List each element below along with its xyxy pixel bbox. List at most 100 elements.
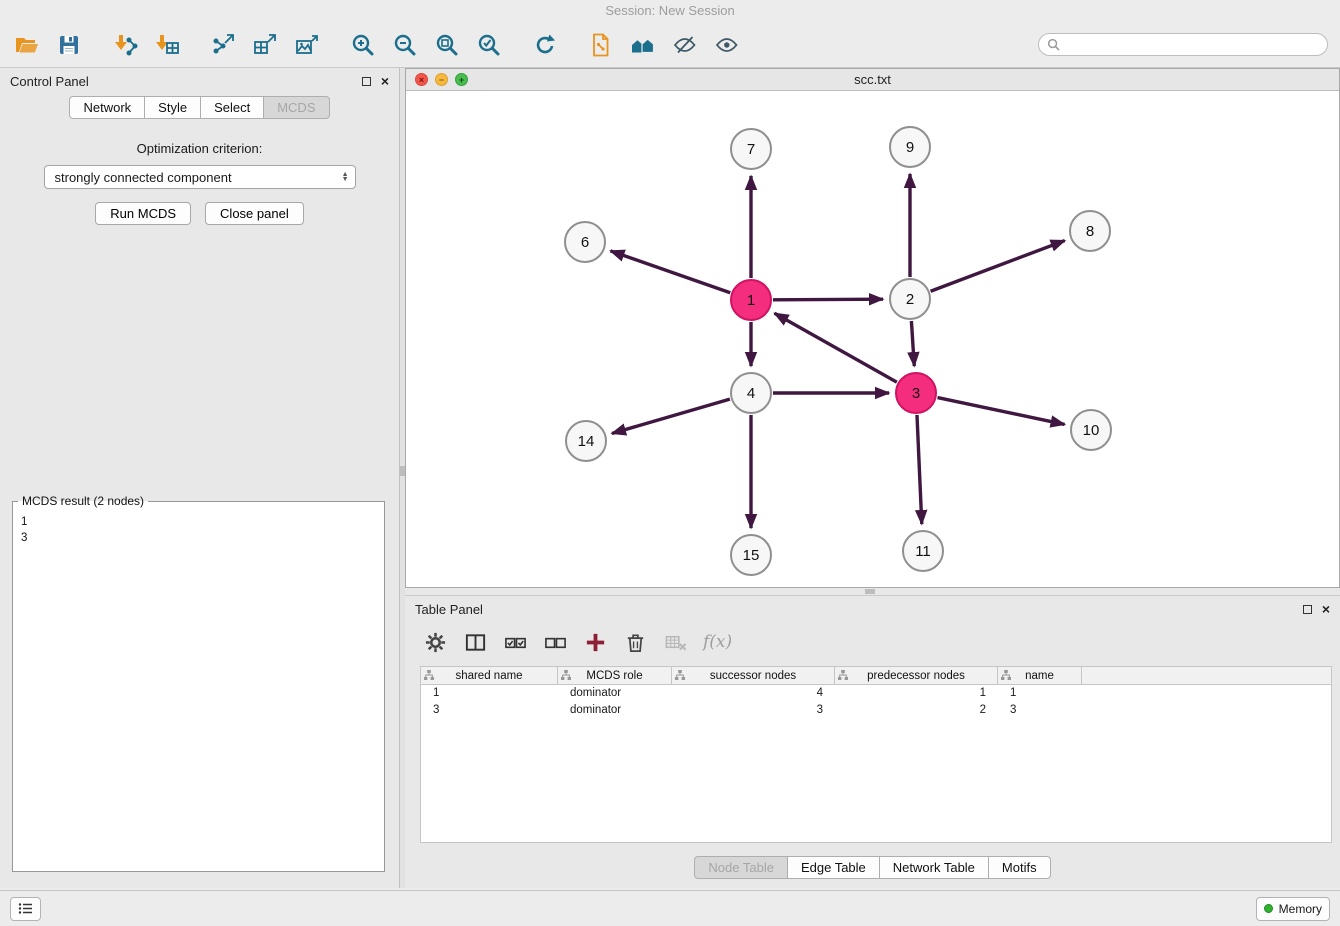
save-session-button[interactable]: [54, 30, 84, 60]
cell-shared-name[interactable]: 1: [421, 685, 558, 702]
tab-select[interactable]: Select: [200, 96, 264, 119]
zoom-selected-button[interactable]: [474, 30, 504, 60]
cell-predecessor-nodes[interactable]: 2: [835, 702, 998, 719]
float-panel-icon[interactable]: [1303, 605, 1312, 614]
close-panel-icon[interactable]: ×: [1322, 605, 1330, 614]
zoom-out-button[interactable]: [390, 30, 420, 60]
show-details-button[interactable]: [712, 30, 742, 60]
graph-edge-2-3[interactable]: [911, 321, 914, 366]
cell-name[interactable]: 1: [998, 685, 1082, 702]
zoom-in-button[interactable]: [348, 30, 378, 60]
splitter-handle[interactable]: [865, 589, 875, 594]
network-home-button[interactable]: [628, 30, 658, 60]
float-panel-icon[interactable]: [362, 77, 371, 86]
minimize-window-button[interactable]: −: [435, 73, 448, 86]
split-columns-button[interactable]: [463, 630, 487, 654]
refresh-button[interactable]: [530, 30, 560, 60]
task-history-button[interactable]: [10, 897, 41, 921]
graph-node-14[interactable]: 14: [566, 421, 606, 461]
select-all-columns-button[interactable]: [503, 630, 527, 654]
table-body: 1dominator4113dominator323: [420, 685, 1332, 843]
cell-name[interactable]: 3: [998, 702, 1082, 719]
export-image-button[interactable]: [292, 30, 322, 60]
node-table: shared nameMCDS rolesuccessor nodesprede…: [420, 666, 1332, 843]
run-mcds-button[interactable]: Run MCDS: [95, 202, 191, 225]
svg-text:14: 14: [578, 433, 595, 450]
cell-mcds-role[interactable]: dominator: [558, 702, 672, 719]
mcds-result-title: MCDS result (2 nodes): [18, 494, 148, 508]
export-table-icon: [252, 32, 278, 58]
graph-node-6[interactable]: 6: [565, 222, 605, 262]
graph-node-10[interactable]: 10: [1071, 410, 1111, 450]
status-bar: Memory: [0, 890, 1340, 926]
column-header-mcds-role[interactable]: MCDS role: [558, 667, 672, 684]
export-table-button[interactable]: [250, 30, 280, 60]
open-folder-button[interactable]: [12, 30, 42, 60]
graph-edge-2-8[interactable]: [931, 241, 1065, 292]
column-header-shared-name[interactable]: shared name: [421, 667, 558, 684]
graph-edge-3-1[interactable]: [775, 313, 897, 382]
maximize-window-button[interactable]: +: [455, 73, 468, 86]
export-network-button[interactable]: [208, 30, 238, 60]
search-box[interactable]: [1038, 33, 1328, 56]
horizontal-splitter[interactable]: [405, 588, 1340, 595]
graph-edge-4-14[interactable]: [612, 399, 730, 433]
cell-mcds-role[interactable]: dominator: [558, 685, 672, 702]
network-canvas[interactable]: 7 9 6 8 1 2 4 3 14 10 15 11: [406, 91, 1339, 587]
import-network-button[interactable]: [110, 30, 140, 60]
graph-node-15[interactable]: 15: [731, 535, 771, 575]
zoom-fit-button[interactable]: [432, 30, 462, 60]
delete-table-button[interactable]: [663, 630, 687, 654]
import-table-button[interactable]: [152, 30, 182, 60]
graph-node-3[interactable]: 3: [896, 373, 936, 413]
table-settings-button[interactable]: [423, 630, 447, 654]
tab-network[interactable]: Network: [69, 96, 145, 119]
cell-predecessor-nodes[interactable]: 1: [835, 685, 998, 702]
tab-node-table[interactable]: Node Table: [694, 856, 788, 879]
optimization-select[interactable]: strongly connected component ▲▼: [44, 165, 356, 189]
close-window-button[interactable]: ×: [415, 73, 428, 86]
column-header-name[interactable]: name: [998, 667, 1082, 684]
function-builder-button[interactable]: f(x): [703, 632, 732, 652]
table-panel: Table Panel ×: [405, 595, 1340, 888]
graph-node-7[interactable]: 7: [731, 129, 771, 169]
graph-node-9[interactable]: 9: [890, 127, 930, 167]
search-input[interactable]: [1065, 38, 1319, 52]
table-row[interactable]: 1dominator411: [421, 685, 1331, 702]
column-header-successor-nodes[interactable]: successor nodes: [672, 667, 835, 684]
network-view-window: × − + scc.txt 7968124314101511: [405, 68, 1340, 588]
close-panel-icon[interactable]: ×: [381, 77, 389, 86]
graph-edge-3-10[interactable]: [938, 398, 1065, 425]
svg-text:6: 6: [581, 234, 589, 251]
trash-icon: [624, 631, 647, 654]
unselect-all-columns-button[interactable]: [543, 630, 567, 654]
add-row-button[interactable]: [583, 630, 607, 654]
graph-edge-1-6[interactable]: [610, 251, 730, 293]
hide-details-button[interactable]: [670, 30, 700, 60]
tab-edge-table[interactable]: Edge Table: [787, 856, 880, 879]
column-header-predecessor-nodes[interactable]: predecessor nodes: [835, 667, 998, 684]
export-document-button[interactable]: [586, 30, 616, 60]
zoom-out-icon: [392, 32, 418, 58]
tab-motifs[interactable]: Motifs: [988, 856, 1051, 879]
graph-node-2[interactable]: 2: [890, 279, 930, 319]
eye-icon: [714, 32, 740, 58]
tab-style[interactable]: Style: [144, 96, 201, 119]
cell-successor-nodes[interactable]: 3: [672, 702, 835, 719]
gear-icon: [424, 631, 447, 654]
delete-row-button[interactable]: [623, 630, 647, 654]
cell-shared-name[interactable]: 3: [421, 702, 558, 719]
graph-node-1[interactable]: 1: [731, 280, 771, 320]
memory-button[interactable]: Memory: [1256, 897, 1330, 921]
graph-edge-1-2[interactable]: [773, 299, 883, 300]
graph-node-11[interactable]: 11: [903, 531, 943, 571]
table-row[interactable]: 3dominator323: [421, 702, 1331, 719]
graph-node-8[interactable]: 8: [1070, 211, 1110, 251]
cell-successor-nodes[interactable]: 4: [672, 685, 835, 702]
tab-mcds[interactable]: MCDS: [263, 96, 329, 119]
graph-edge-3-11[interactable]: [917, 415, 922, 524]
tab-network-table[interactable]: Network Table: [879, 856, 989, 879]
graph-node-4[interactable]: 4: [731, 373, 771, 413]
export-image-icon: [294, 32, 320, 58]
close-panel-button[interactable]: Close panel: [205, 202, 304, 225]
